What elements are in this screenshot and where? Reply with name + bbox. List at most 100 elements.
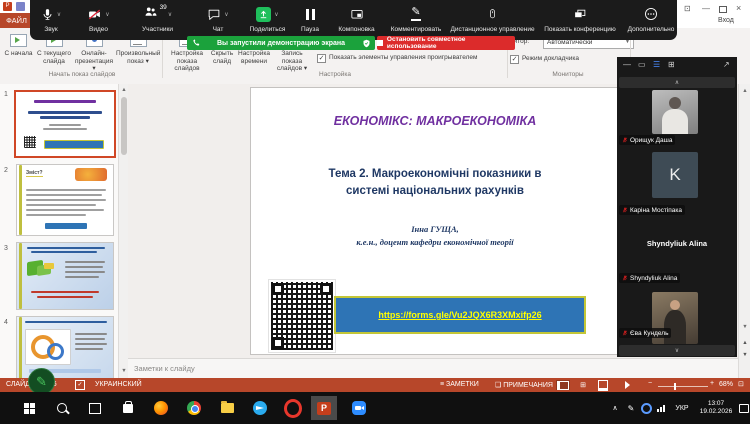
chevron-up-icon[interactable]: ∨ [168,11,172,18]
tray-expand-icon[interactable]: ∧ [608,392,622,424]
more-button[interactable]: Дополнительно [625,0,677,40]
close-icon[interactable]: × [736,3,741,13]
powerpoint-taskbar-icon[interactable]: P [311,396,337,420]
current-slide[interactable]: ЕКОНОМІКС: МАКРОЕКОНОМІКА Тема 2. Макрое… [250,87,618,355]
view-normal-button[interactable] [556,380,570,390]
speaker-view-icon[interactable]: ▭ [638,61,646,69]
chevron-up-icon[interactable]: ∨ [224,11,228,18]
tray-network-icon[interactable] [654,392,668,424]
next-slide-icon[interactable]: ▼ [739,352,750,358]
task-view-icon[interactable] [82,396,108,420]
grid-view-icon[interactable]: ⊞ [668,61,675,69]
minimize-icon[interactable]: — [702,4,710,13]
tab-file[interactable]: ФАЙЛ [0,13,33,28]
firefox-icon[interactable] [148,396,174,420]
zoom-slider-track[interactable] [658,386,708,387]
video-button[interactable]: ∨ Видео [72,0,125,40]
sidebar-scrollbar-thumb[interactable] [121,97,127,155]
zoom-meeting-toolbar: ∨ Звук ∨ Видео 39∨ Участники ∨ Чат ∨ Под… [30,0,677,40]
registration-link[interactable]: https://forms.gle/Vu2JQX6R3XMxifp26 [378,310,541,320]
screen: P ⊡ — × Вход ФАЙЛ С начала С текущего сл… [0,0,750,424]
action-center-icon[interactable] [738,392,750,424]
notes-placeholder: Заметки к слайду [134,364,195,373]
chat-button[interactable]: ∨ Чат [190,0,246,40]
pause-share-button[interactable]: Пауза [289,0,331,40]
save-icon[interactable] [16,2,25,11]
qr-code [269,280,335,352]
tray-language[interactable]: УКР [671,392,693,424]
scroll-up-icon[interactable]: ▲ [119,87,128,93]
annotation-indicator-button[interactable]: ✎ [28,368,55,395]
tray-pen-icon[interactable]: ✎ [624,392,638,424]
tray-blue-circle-icon[interactable] [639,392,653,424]
search-icon[interactable] [49,396,75,420]
restore-icon[interactable] [719,6,727,13]
slide-thumbnail-3[interactable] [16,242,114,310]
participants-button[interactable]: 39∨ Участники [125,0,190,40]
zoom-app-icon[interactable] [346,396,372,420]
scroll-up-icon[interactable]: ▲ [739,88,750,94]
share-screen-button[interactable]: ∨ Поделиться [246,0,289,40]
gallery-view-icon[interactable]: ☰ [653,61,660,69]
scroll-more-strip[interactable]: ∨ [619,345,735,356]
screen-share-banner: Вы запустили демонстрацию экрана [187,36,375,50]
zoom-out-button[interactable]: − [648,380,652,387]
sidebar-scrollbar[interactable]: ▲ ▼ [118,84,128,378]
expand-panel-icon[interactable]: ↗ [723,61,730,69]
participant-display-name: Shyndyliuk Alina [617,239,737,248]
group-label-setup: Настройка [295,71,375,78]
scroll-down-icon[interactable]: ▼ [739,324,750,330]
previous-slide-icon[interactable]: ▲ [739,340,750,346]
participant-name-label: Каріна Мостіпака [619,205,685,215]
start-button[interactable] [16,396,42,420]
show-meeting-button[interactable]: Показать конференцию [535,0,625,40]
store-icon[interactable] [115,396,141,420]
slide-thumbnail-4[interactable] [16,316,114,378]
view-slideshow-button[interactable] [620,380,634,390]
muted-mic-icon [622,329,628,337]
chevron-up-icon[interactable]: ∨ [57,11,61,18]
comments-toggle-button[interactable]: ❑ ПРИМЕЧАНИЯ [495,381,553,389]
slideshow-play-icon [10,34,27,47]
language-button[interactable]: УКРАИНСКИЙ [95,381,142,388]
slide-thumbnail-2[interactable]: Зміст? [16,164,114,236]
notes-pane[interactable]: Заметки к слайду [128,358,750,379]
slide-area-scrollbar[interactable]: ▲ ▼ ▲ ▼ [738,84,750,378]
chevron-up-icon[interactable]: ∨ [105,11,109,18]
stop-sharing-button[interactable]: Остановить совместное использование [377,36,515,50]
zoom-level[interactable]: 68% [719,381,733,388]
shield-check-icon [362,39,371,48]
slide-thumbnail-1[interactable] [14,90,116,158]
annotate-button[interactable]: ✎ Комментировать [382,0,450,40]
fit-to-window-icon[interactable]: ⊡ [738,380,744,388]
view-slide-sorter-button[interactable]: ⊞ [576,380,590,390]
player-controls-checkbox[interactable]: ✓Показать элементы управления проигрыват… [317,54,477,63]
view-reading-button[interactable] [596,380,610,390]
participant-video-1[interactable] [652,90,698,134]
registration-link-box[interactable]: https://forms.gle/Vu2JQX6R3XMxifp26 [334,296,586,334]
remote-control-button[interactable]: Дистанционное управление [450,0,535,40]
participant-video-2[interactable]: K [652,152,698,198]
file-explorer-icon[interactable] [214,396,240,420]
chrome-icon[interactable] [181,396,207,420]
signin-link[interactable]: Вход [718,17,734,24]
notes-toggle-button[interactable]: ≡ ЗАМЕТКИ [440,381,479,388]
camera-off-icon [87,8,102,21]
telegram-icon[interactable] [247,396,273,420]
zoom-slider-thumb[interactable] [674,383,676,390]
presenter-view-checkbox[interactable]: ✓Режим докладчика [510,55,579,64]
opera-icon[interactable] [280,396,306,420]
group-label-monitors: Мониторы [528,71,608,78]
ribbon-options-icon[interactable]: ⊡ [684,4,691,13]
participant-video-3[interactable]: Shyndyliuk Alina [617,217,737,272]
pencil-icon: ✎ [411,2,421,26]
audio-button[interactable]: ∨ Звук [30,0,72,40]
minimize-panel-icon[interactable]: — [623,61,631,69]
chevron-up-icon[interactable]: ∨ [274,11,278,18]
collapse-strip[interactable]: ∧ [619,77,735,88]
tray-clock[interactable]: 13:07 19.02.2026 [695,392,737,424]
scroll-down-icon[interactable]: ▼ [119,368,128,374]
spellcheck-icon[interactable]: ✓ [75,380,85,390]
zoom-in-button[interactable]: + [710,380,714,387]
layout-button[interactable]: Компоновка [331,0,382,40]
